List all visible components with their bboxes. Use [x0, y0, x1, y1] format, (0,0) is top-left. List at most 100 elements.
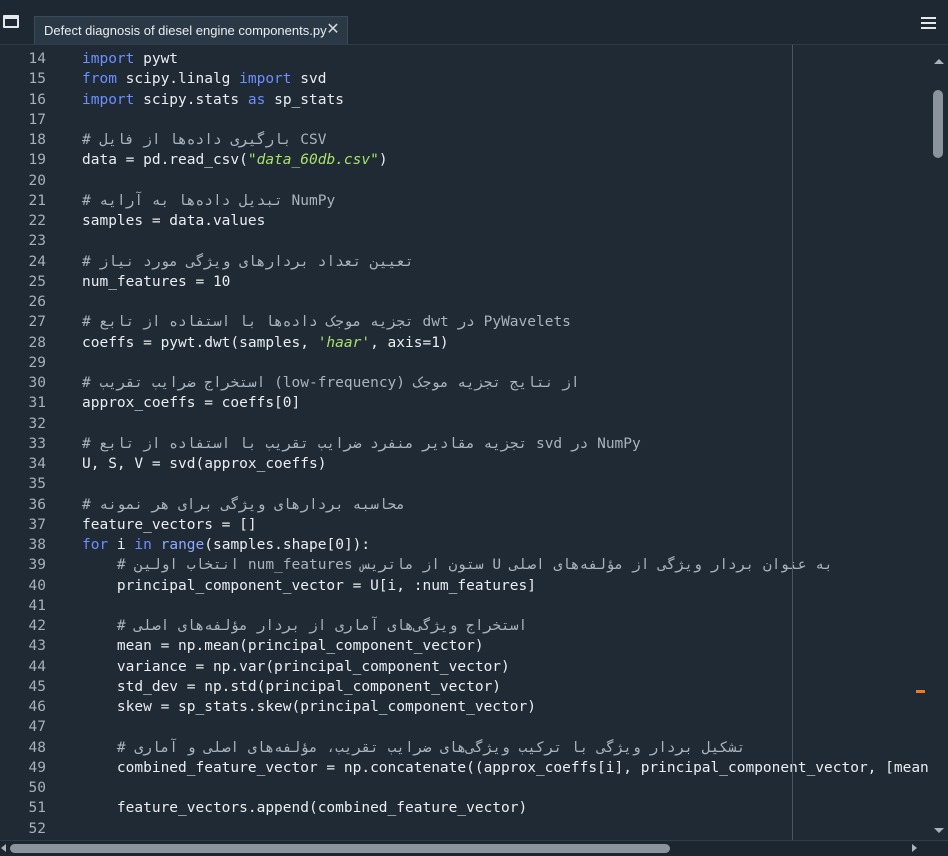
code-token: (samples.shape[0]):: [204, 537, 371, 553]
code-line[interactable]: samples = data.values: [82, 211, 930, 231]
code-line[interactable]: # استخراج ویژگی‌های آماری از بردار مؤلفه…: [82, 616, 930, 636]
code-line[interactable]: [82, 717, 930, 737]
line-number-gutter: 14 15 16 17 18 19 20 21 22 23 24 25 26 27 28 29 30 31 32 33…: [0, 45, 62, 840]
close-icon[interactable]: ✕: [325, 22, 341, 38]
code-editor[interactable]: 14 15 16 17 18 19 20 21 22 23 24 25 26 27 28 29 30 31 32 33…: [0, 45, 930, 840]
code-keyword: in: [134, 537, 152, 553]
line-number: 31: [28, 395, 46, 412]
code-line[interactable]: num_features = 10: [82, 272, 930, 292]
code-token: sp_stats: [265, 91, 344, 108]
code-keyword: for: [82, 537, 109, 553]
code-line[interactable]: # بارگیری داده‌ها از فایل CSV: [82, 130, 930, 150]
line-number: 21: [28, 192, 46, 209]
code-line[interactable]: for i in range(samples.shape[0]):: [82, 535, 930, 555]
code-comment: # تبدیل داده‌ها به آرایه NumPy: [82, 192, 336, 209]
code-line[interactable]: feature_vectors.append(combined_feature_…: [82, 798, 930, 818]
line-number: 46: [28, 699, 46, 715]
code-comment: # انتخاب اولین num_features ستون از ماتر…: [82, 557, 833, 574]
line-number: 32: [28, 415, 46, 432]
code-token: variance = np.var(principal_component_ve…: [82, 658, 510, 675]
code-line[interactable]: principal_component_vector = U[i, :num_f…: [82, 576, 930, 596]
line-number: 14: [28, 51, 46, 67]
code-line[interactable]: # تعیین تعداد بردارهای ویژگی مورد نیاز: [82, 252, 930, 272]
scroll-down-arrow-icon[interactable]: [934, 828, 944, 833]
line-number: 49: [28, 759, 46, 776]
code-line[interactable]: approx_coeffs = coeffs[0]: [82, 393, 930, 413]
line-number: 34: [28, 456, 46, 472]
code-line[interactable]: # تجزیه موجک داده‌ها با استفاده از تابع …: [82, 312, 930, 332]
scroll-right-arrow-icon[interactable]: [912, 844, 917, 852]
code-comment: # تجزیه مقادیر منفرد ضرایب تقریب با استف…: [82, 435, 641, 452]
line-number: 43: [28, 638, 46, 655]
code-line[interactable]: [82, 110, 930, 130]
hamburger-menu-icon[interactable]: [921, 17, 936, 29]
print-margin-line: [792, 45, 793, 840]
scroll-left-arrow-icon[interactable]: [1, 844, 6, 852]
code-line[interactable]: feature_vectors = []: [82, 515, 930, 535]
code-comment: # استخراج ویژگی‌های آماری از بردار مؤلفه…: [82, 618, 528, 634]
code-keyword: import: [82, 91, 135, 108]
code-token: ): [378, 152, 388, 169]
code-line[interactable]: from scipy.linalg import svd: [82, 69, 930, 89]
code-line[interactable]: [82, 171, 930, 191]
vertical-scrollbar-thumb[interactable]: [933, 90, 943, 158]
code-line[interactable]: combined_feature_vector = np.concatenate…: [82, 758, 930, 778]
code-line[interactable]: variance = np.var(principal_component_ve…: [82, 657, 930, 677]
code-keyword: range: [160, 537, 205, 553]
line-number: 19: [28, 152, 46, 169]
code-token: mean = np.mean(principal_component_vecto…: [82, 638, 484, 655]
code-line[interactable]: # تشکیل بردار ویژگی با ترکیب ویژگی‌های ض…: [82, 738, 930, 758]
code-token: U, S, V = svd(approx_coeffs): [82, 456, 327, 472]
line-number: 22: [28, 213, 46, 229]
line-number: 29: [28, 354, 46, 371]
line-number: 45: [28, 678, 46, 695]
code-line[interactable]: [82, 778, 930, 798]
code-line[interactable]: # انتخاب اولین num_features ستون از ماتر…: [82, 555, 930, 575]
code-line[interactable]: data = pd.read_csv("data_60db.csv"): [82, 150, 930, 170]
line-number: 20: [28, 172, 46, 189]
code-line[interactable]: import pywt: [82, 49, 930, 69]
vertical-scrollbar[interactable]: [930, 45, 948, 840]
code-token: feature_vectors = []: [82, 516, 257, 533]
code-line[interactable]: [82, 819, 930, 839]
line-number: 28: [28, 334, 46, 351]
line-number: 35: [28, 476, 46, 493]
code-line[interactable]: [82, 414, 930, 434]
window-icon[interactable]: [3, 15, 19, 28]
code-line[interactable]: U, S, V = svd(approx_coeffs): [82, 454, 930, 474]
code-comment: # تجزیه موجک داده‌ها با استفاده از تابع …: [82, 314, 571, 331]
tab-file[interactable]: Defect diagnosis of diesel engine compon…: [34, 16, 348, 44]
code-token: num_features = 10: [82, 273, 231, 290]
horizontal-scrollbar[interactable]: [0, 840, 948, 856]
code-line[interactable]: mean = np.mean(principal_component_vecto…: [82, 636, 930, 656]
code-line[interactable]: # استخراج ضرایب تقریب (low-frequency) از…: [82, 373, 930, 393]
horizontal-scrollbar-thumb[interactable]: [10, 844, 670, 853]
line-number: 40: [28, 577, 46, 594]
line-number: 51: [28, 800, 46, 817]
code-token: principal_component_vector = U[i, :num_f…: [82, 577, 536, 594]
scroll-up-arrow-icon[interactable]: [934, 59, 944, 64]
code-line[interactable]: import scipy.stats as sp_stats: [82, 90, 930, 110]
code-line[interactable]: [82, 474, 930, 494]
code-line[interactable]: coeffs = pywt.dwt(samples, 'haar', axis=…: [82, 333, 930, 353]
code-line[interactable]: # تجزیه مقادیر منفرد ضرایب تقریب با استف…: [82, 434, 930, 454]
code-keyword: import: [239, 71, 292, 88]
code-line[interactable]: # تبدیل داده‌ها به آرایه NumPy: [82, 191, 930, 211]
code-keyword: as: [247, 91, 266, 108]
line-number: 16: [28, 91, 46, 108]
code-line[interactable]: [82, 231, 930, 251]
line-number: 33: [28, 435, 46, 452]
line-number: 52: [28, 820, 46, 837]
code-line[interactable]: [82, 596, 930, 616]
code-token: approx_coeffs = coeffs[0]: [82, 395, 301, 412]
code-line[interactable]: std_dev = np.std(principal_component_vec…: [82, 677, 930, 697]
code-comment: # تعیین تعداد بردارهای ویژگی مورد نیاز: [82, 253, 414, 270]
code-line[interactable]: skew = sp_stats.skew(principal_component…: [82, 697, 930, 717]
code-line[interactable]: # محاسبه بردارهای ویژگی برای هر نمونه: [82, 495, 930, 515]
code-token: svd: [291, 71, 327, 88]
code-line[interactable]: [82, 292, 930, 312]
line-number: 26: [28, 294, 46, 310]
line-number: 24: [28, 253, 46, 270]
line-number: 18: [28, 132, 46, 148]
code-line[interactable]: [82, 353, 930, 373]
